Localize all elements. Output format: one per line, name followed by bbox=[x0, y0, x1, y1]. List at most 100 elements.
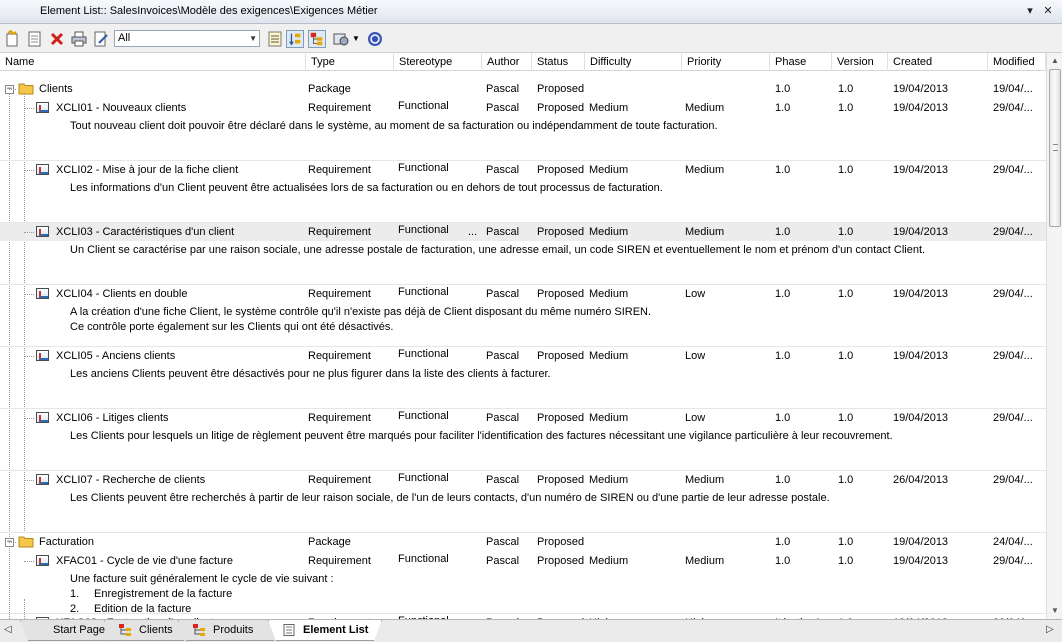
print-icon[interactable] bbox=[70, 30, 88, 48]
tab-clients[interactable]: Clients bbox=[104, 620, 192, 641]
window-title-bar: Element List:: SalesInvoices\Modèle des … bbox=[0, 0, 1062, 24]
cell-author: Pascal bbox=[486, 83, 520, 95]
cell-stereotype: Functional bbox=[398, 162, 449, 174]
requirement-row[interactable]: XCLI06 - Litiges clients Requirement Funct… bbox=[0, 409, 1046, 427]
requirement-row[interactable]: XCLI07 - Recherche de clients Requirement… bbox=[0, 471, 1046, 489]
column-header-version[interactable]: Version bbox=[832, 53, 888, 71]
requirement-row[interactable]: XCLI02 - Mise à jour de la fiche client R… bbox=[0, 161, 1046, 179]
filter-select[interactable]: All ▼ bbox=[114, 30, 260, 47]
element-notes: Un Client se caractérise par une raison … bbox=[0, 241, 1046, 285]
cell-status: Proposed bbox=[537, 350, 585, 362]
cell-type: Requirement bbox=[308, 350, 371, 362]
notes-text: Tout nouveau client doit pouvoir être dé… bbox=[70, 120, 718, 132]
notes-line: A la création d'une fiche Client, le sys… bbox=[70, 305, 651, 320]
element-list-grid: Name Type Stereotype Author Status Difficulty… bbox=[0, 53, 1046, 619]
column-header-status[interactable]: Status bbox=[532, 53, 585, 71]
requirement-row[interactable]: XCLI01 - Nouveaux clients Requirement Func… bbox=[0, 99, 1046, 117]
element-name: XFAC01 - Cycle de vie d'une facture bbox=[56, 555, 233, 567]
requirement-row[interactable]: XFAC01 - Cycle de vie d'une facture Requi… bbox=[0, 552, 1046, 570]
element-notes: Les Clients peuvent être recherchés à pa… bbox=[0, 489, 1046, 533]
cell-phase: 1.0 bbox=[775, 350, 791, 362]
tree-connector bbox=[24, 294, 34, 295]
window-menu-dropdown-icon[interactable]: ▾ bbox=[1022, 3, 1038, 19]
tabs-next-icon[interactable]: ▷ bbox=[1046, 624, 1054, 635]
tab-element-list[interactable]: Element List bbox=[268, 620, 382, 641]
scroll-up-icon[interactable]: ▲ bbox=[1047, 53, 1062, 69]
requirement-icon bbox=[36, 102, 49, 113]
column-header-name[interactable]: Name bbox=[0, 53, 306, 71]
window-title: Element List:: SalesInvoices\Modèle des … bbox=[40, 5, 378, 17]
element-name: Clients bbox=[39, 83, 73, 95]
scrollbar-grip-icon bbox=[1053, 144, 1058, 151]
cell-phase: 1.0 bbox=[775, 164, 791, 176]
cell-author: Pascal bbox=[486, 102, 520, 114]
cell-phase: 1.0 bbox=[775, 474, 791, 486]
column-header-priority[interactable]: Priority bbox=[682, 53, 770, 71]
chevron-down-icon: ▼ bbox=[249, 34, 257, 43]
diagram-icon bbox=[119, 624, 131, 636]
notes-text: Un Client se caractérise par une raison … bbox=[70, 244, 926, 256]
scrollbar-thumb[interactable] bbox=[1049, 69, 1061, 227]
new-element-icon[interactable] bbox=[4, 30, 22, 48]
cell-modified: 29/04/... bbox=[993, 555, 1033, 567]
folder-icon bbox=[18, 536, 34, 548]
filter-icon[interactable] bbox=[266, 30, 284, 48]
notes-line: Un Client se caractérise par une raison … bbox=[70, 243, 925, 258]
requirement-row[interactable]: XCLI04 - Clients en double Requirement Fun… bbox=[0, 285, 1046, 303]
cell-created: 19/04/2013 bbox=[893, 102, 949, 114]
cell-version: 1.0 bbox=[838, 226, 854, 238]
cell-author: Pascal bbox=[486, 536, 520, 548]
column-header-modified[interactable]: Modified bbox=[988, 53, 1046, 71]
tree-connector bbox=[24, 356, 34, 357]
cell-version: 1.0 bbox=[838, 555, 854, 567]
vertical-scrollbar[interactable]: ▲ ▼ bbox=[1046, 53, 1062, 619]
package-row[interactable]: − Clients Package Pascal Proposed 1.0 1.0 19/04… bbox=[0, 80, 1046, 98]
tab-start-page[interactable]: Start Page bbox=[20, 620, 120, 641]
cell-modified: 29/04/... bbox=[993, 164, 1033, 176]
cell-type: Package bbox=[308, 536, 351, 548]
options-dropdown-icon[interactable]: ▼ bbox=[352, 34, 360, 43]
element-name: Facturation bbox=[39, 536, 95, 548]
cell-stereotype: Functional bbox=[398, 100, 449, 112]
tab-label: Start Page bbox=[53, 624, 105, 636]
cell-stereotype: Functional bbox=[398, 224, 449, 236]
cell-version: 1.0 bbox=[838, 164, 854, 176]
options-icon[interactable] bbox=[332, 30, 350, 48]
element-notes: Une facture suit généralement le cycle d… bbox=[0, 570, 1046, 615]
cell-status: Proposed bbox=[537, 536, 585, 548]
column-header-row: Name Type Stereotype Author Status Difficulty… bbox=[0, 53, 1046, 71]
tree-view-icon[interactable] bbox=[308, 30, 326, 48]
close-icon[interactable]: ✕ bbox=[1040, 3, 1056, 19]
column-header-stereotype[interactable]: Stereotype bbox=[394, 53, 482, 71]
column-header-type[interactable]: Type bbox=[306, 53, 394, 71]
column-header-phase[interactable]: Phase bbox=[770, 53, 832, 71]
delete-icon[interactable] bbox=[48, 30, 66, 48]
requirement-row[interactable]: XCLI03 - Caractéristiques d'un client Req… bbox=[0, 223, 1046, 241]
tab-produits[interactable]: Produits bbox=[178, 620, 282, 641]
cell-phase: 1.0 bbox=[775, 102, 791, 114]
sort-icon[interactable] bbox=[286, 30, 304, 48]
cell-author: Pascal bbox=[486, 226, 520, 238]
cell-status: Proposed bbox=[537, 555, 585, 567]
column-header-difficulty[interactable]: Difficulty bbox=[585, 53, 682, 71]
requirement-row[interactable]: XCLI05 - Anciens clients Requirement Funct… bbox=[0, 347, 1046, 365]
cell-status: Proposed bbox=[537, 474, 585, 486]
filter-select-value: All bbox=[118, 32, 131, 44]
column-header-author[interactable]: Author bbox=[482, 53, 532, 71]
tabs-prev-icon[interactable]: ◁ bbox=[4, 624, 12, 635]
cell-phase: 1.0 bbox=[775, 83, 791, 95]
cell-difficulty: Medium bbox=[589, 288, 629, 300]
help-icon[interactable] bbox=[366, 30, 384, 48]
package-row[interactable]: − Facturation Package Pascal Proposed 1.0 1.0 1… bbox=[0, 533, 1046, 551]
cell-type: Requirement bbox=[308, 555, 371, 567]
cell-author: Pascal bbox=[486, 474, 520, 486]
requirement-icon bbox=[36, 226, 49, 237]
cell-created: 19/04/2013 bbox=[893, 412, 949, 424]
cell-phase: 1.0 bbox=[775, 555, 791, 567]
properties-icon[interactable] bbox=[26, 30, 44, 48]
cell-created: 19/04/2013 bbox=[893, 536, 949, 548]
edit-icon[interactable] bbox=[92, 30, 110, 48]
scroll-down-icon[interactable]: ▼ bbox=[1047, 603, 1062, 619]
column-header-created[interactable]: Created bbox=[888, 53, 988, 71]
cell-priority: Medium bbox=[685, 102, 725, 114]
